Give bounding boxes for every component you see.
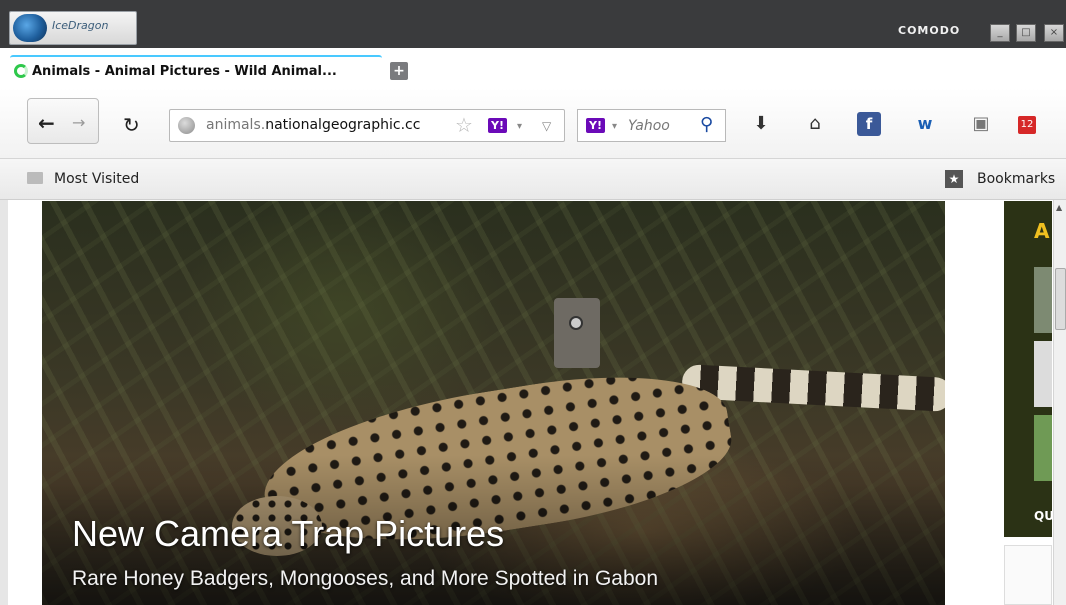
chevron-down-icon[interactable]: ▾ [517,121,522,132]
reload-button[interactable]: ↻ [123,113,140,137]
forward-button[interactable]: → [72,113,85,132]
close-button[interactable]: × [1044,24,1064,42]
screenshot-icon[interactable]: ▣ [969,112,993,136]
side-panel-caption[interactable]: QU [1034,509,1052,523]
brand-label: COMODO [898,24,961,37]
app-menu-button[interactable]: IceDragon [9,11,137,45]
folder-icon [27,172,43,184]
icedragon-logo-icon [13,14,47,42]
tab-title: Animals - Animal Pictures - Wild Animal.… [32,64,337,79]
bookmarks-icon: ★ [945,170,963,188]
search-box[interactable]: Y! ▾ Yahoo ⚲ [577,109,726,142]
bookmarks-menu-button[interactable]: Bookmarks [977,171,1055,187]
yahoo-badge-icon[interactable]: Y! [488,118,507,133]
back-forward-group: ← → [27,98,99,144]
hero-title[interactable]: New Camera Trap Pictures [72,513,504,555]
url-text[interactable]: animals.nationalgeographic.cc [206,117,420,133]
address-bar[interactable]: animals.nationalgeographic.cc ☆ Y! ▾ ▽ [169,109,565,142]
wordpress-icon[interactable]: w [913,112,937,136]
side-ad-box [1004,545,1052,605]
most-visited-link[interactable]: Most Visited [54,171,139,187]
vertical-scrollbar[interactable]: ▲ [1053,200,1066,605]
side-thumbnail[interactable] [1034,415,1052,481]
notifications-icon[interactable]: 12 [1018,116,1036,134]
url-domain: nationalgeographic.cc [265,117,421,133]
scroll-up-icon[interactable]: ▲ [1056,203,1062,212]
engine-chevron-icon[interactable]: ▾ [612,121,617,132]
bookmarks-toolbar: Most Visited ★ Bookmarks [0,159,1066,200]
download-icon[interactable]: ⬇ [749,112,773,136]
back-button[interactable]: ← [38,111,55,135]
scrollbar-thumb[interactable] [1055,268,1066,330]
camera-lens [569,316,583,330]
side-thumbnail[interactable] [1034,341,1052,407]
facebook-icon[interactable]: f [857,112,881,136]
url-subdomain: animals. [206,117,266,133]
new-tab-button[interactable]: + [390,62,408,80]
title-bar: IceDragon COMODO _ □ × [0,0,1066,48]
side-panel-heading: A [1034,219,1050,243]
home-icon[interactable]: ⌂ [803,112,827,136]
history-dropdown-icon[interactable]: ▽ [542,119,551,133]
bookmark-star-icon[interactable]: ☆ [455,113,473,137]
minimize-button[interactable]: _ [990,24,1010,42]
globe-icon [178,117,195,134]
search-engine-icon[interactable]: Y! [586,118,605,133]
search-placeholder: Yahoo [628,118,670,134]
search-icon[interactable]: ⚲ [700,114,713,135]
side-panel: A QU [1004,201,1052,537]
tab-active[interactable]: Animals - Animal Pictures - Wild Animal.… [10,55,382,88]
camera-trap-device [554,298,600,368]
maximize-button[interactable]: □ [1016,24,1036,42]
hero-image[interactable]: New Camera Trap Pictures Rare Honey Badg… [42,201,945,605]
app-name: IceDragon [52,19,109,32]
loading-spinner-icon [14,64,28,78]
hero-subtitle[interactable]: Rare Honey Badgers, Mongooses, and More … [72,567,658,591]
side-thumbnail[interactable] [1034,267,1052,333]
